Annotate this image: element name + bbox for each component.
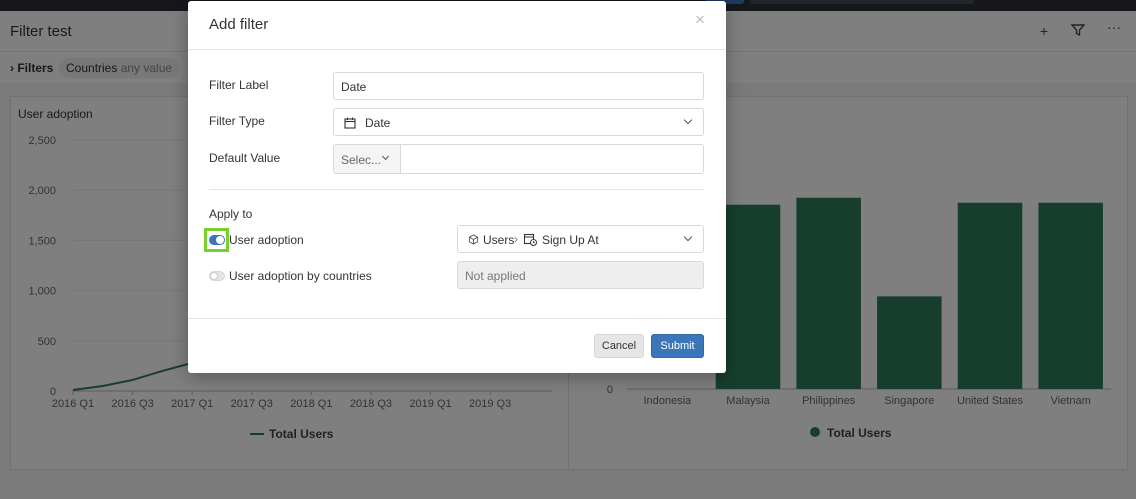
default-value-input[interactable] <box>400 144 704 174</box>
default-value-select-placeholder: Selec... <box>341 153 382 167</box>
chevron-down-icon <box>683 232 693 242</box>
filter-label-label: Filter Label <box>209 78 269 92</box>
section-divider <box>209 189 704 190</box>
chevron-right-icon: › <box>514 232 518 246</box>
modal-footer-divider <box>188 318 726 319</box>
apply-toggle-user-adoption[interactable] <box>209 235 225 245</box>
apply-label-user-adoption-by-countries: User adoption by countries <box>229 269 372 283</box>
calendar-icon <box>344 117 356 132</box>
apply-field-model: Users <box>483 233 515 247</box>
filter-label-input[interactable]: Date <box>333 72 704 100</box>
chevron-down-icon <box>381 152 390 161</box>
chevron-down-icon <box>683 115 693 125</box>
filter-type-label: Filter Type <box>209 114 265 128</box>
cancel-button[interactable]: Cancel <box>594 334 644 358</box>
filter-type-value: Date <box>365 116 391 130</box>
toggle-knob <box>216 236 224 244</box>
default-value-type-select[interactable]: Selec... <box>333 144 401 174</box>
apply-field-select-disabled: Not applied <box>457 261 704 289</box>
modal-title: Add filter <box>209 16 269 33</box>
toggle-knob <box>210 272 218 280</box>
apply-toggle-user-adoption-by-countries[interactable] <box>209 271 225 281</box>
apply-to-title: Apply to <box>209 207 253 221</box>
cube-icon <box>468 234 479 248</box>
submit-button[interactable]: Submit <box>651 334 704 358</box>
apply-field-placeholder: Not applied <box>465 269 526 283</box>
filter-label-value: Date <box>341 80 367 94</box>
calendar-clock-icon <box>523 233 537 249</box>
modal-header: Add filter × <box>188 1 726 50</box>
apply-label-user-adoption: User adoption <box>229 233 304 247</box>
apply-field-select-user-adoption[interactable]: Users › Sign Up At <box>457 225 704 253</box>
add-filter-modal: Add filter × Filter Label Date Filter Ty… <box>188 1 726 373</box>
filter-type-select[interactable]: Date <box>333 108 704 136</box>
apply-field-name: Sign Up At <box>542 233 599 247</box>
default-value-label: Default Value <box>209 151 281 165</box>
close-icon[interactable]: × <box>692 11 708 28</box>
